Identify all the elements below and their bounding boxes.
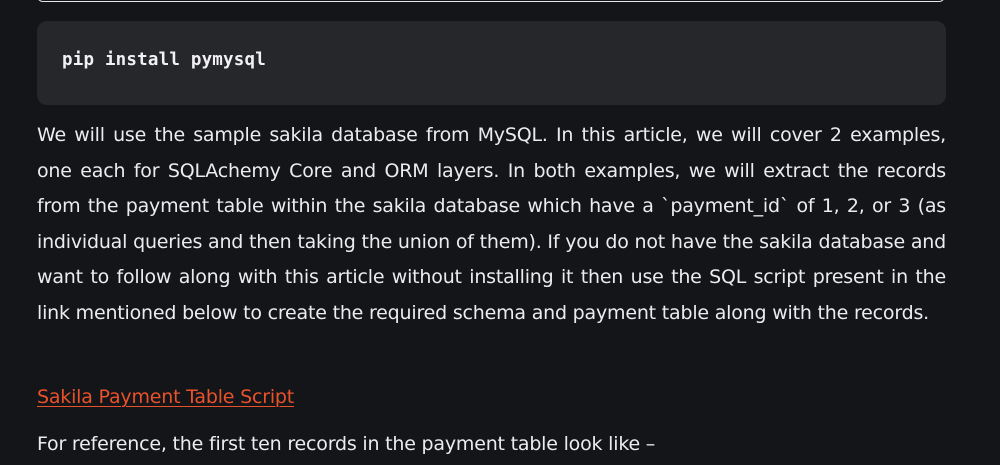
intro-paragraph: We will use the sample sakila database f…: [37, 124, 946, 324]
previous-block-edge: [37, 0, 945, 2]
code-block: pip install pymysql: [37, 21, 946, 105]
reference-text: For reference, the first ten records in …: [37, 433, 656, 455]
sakila-script-link[interactable]: Sakila Payment Table Script: [37, 381, 294, 413]
install-command: pip install pymysql: [62, 50, 266, 70]
